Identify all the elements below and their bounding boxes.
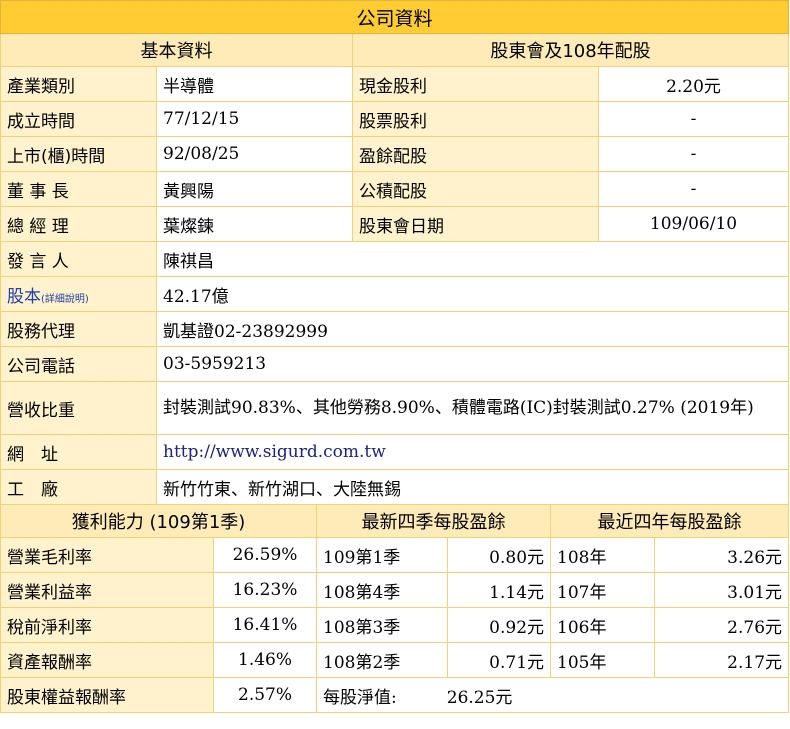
spokesperson-label: 發 言 人: [0, 241, 157, 277]
basic-label: 產業類別: [0, 66, 157, 102]
quarter-eps: 0.80元: [447, 537, 552, 573]
capital-label-cell[interactable]: 股本(詳細說明): [0, 276, 157, 312]
phone-label: 公司電話: [0, 346, 157, 382]
phone-value: 03-5959213: [155, 346, 790, 382]
page-title: 公司資料: [0, 0, 790, 34]
factory-value: 新竹竹東、新竹湖口、大陸無錫: [155, 469, 790, 505]
dividend-label: 盈餘配股: [352, 136, 599, 172]
profit-label: 稅前淨利率: [0, 607, 214, 643]
annual-eps-header: 最近四年每股盈餘: [550, 504, 790, 538]
table-row: 公司電話 03-5959213: [0, 346, 790, 382]
dividend-label: 股東會日期: [352, 206, 599, 242]
dividend-header: 股東會及108年配股: [351, 33, 790, 67]
quarter-eps: 1.14元: [447, 572, 552, 608]
table-row: 成立時間 77/12/15 股票股利 -: [0, 101, 790, 137]
profit-value: 2.57%: [212, 677, 318, 713]
dividend-label: 公積配股: [352, 171, 599, 207]
basic-label: 總 經 理: [0, 206, 157, 242]
table-row: 產業類別 半導體 現金股利 2.20元: [0, 66, 790, 102]
annual-eps: 2.17元: [654, 642, 790, 678]
dividend-label: 股票股利: [352, 101, 599, 137]
table-row: 發 言 人 陳祺昌: [0, 241, 790, 277]
table-row: 營業毛利率 26.59% 109第1季 0.80元 108年 3.26元: [0, 537, 790, 573]
profit-label: 營業毛利率: [0, 537, 214, 573]
profit-value: 16.41%: [212, 607, 318, 643]
basic-value: 葉燦鍊: [156, 206, 353, 242]
table-row: 資產報酬率 1.46% 108第2季 0.71元 105年 2.17元: [0, 642, 790, 678]
dividend-label: 現金股利: [352, 66, 599, 102]
profit-label: 股東權益報酬率: [0, 677, 214, 713]
capital-detail-link[interactable]: (詳細說明): [41, 294, 89, 305]
basic-value: 92/08/25: [156, 136, 353, 172]
table-row: 董 事 長 黃興陽 公積配股 -: [0, 171, 790, 207]
basic-label: 董 事 長: [0, 171, 157, 207]
basic-info-table: 公司資料 基本資料 股東會及108年配股 產業類別 半導體 現金股利 2.20元…: [0, 0, 790, 505]
profit-value: 26.59%: [212, 537, 318, 573]
table-row: 營收比重 封裝測試90.83%、其他勞務8.90%、積體電路(IC)封裝測試0.…: [0, 381, 790, 435]
profit-label: 營業利益率: [0, 572, 214, 608]
annual-eps: 2.76元: [654, 607, 790, 643]
annual-year: 105年: [550, 642, 656, 678]
annual-year: 107年: [550, 572, 656, 608]
table-row: 總 經 理 葉燦鍊 股東會日期 109/06/10: [0, 206, 790, 242]
website-label: 網 址: [0, 434, 157, 470]
profit-value: 1.46%: [212, 642, 318, 678]
quarter-eps: 0.92元: [447, 607, 552, 643]
table-row: 上市(櫃)時間 92/08/25 盈餘配股 -: [0, 136, 790, 172]
website-cell: http://www.sigurd.com.tw: [155, 434, 790, 470]
basic-label: 上市(櫃)時間: [0, 136, 157, 172]
quarter-period: 109第1季: [316, 537, 449, 573]
basic-label: 成立時間: [0, 101, 157, 137]
capital-value: 42.17億: [155, 276, 790, 312]
basic-value: 77/12/15: [156, 101, 353, 137]
basic-header: 基本資料: [0, 33, 353, 67]
quarterly-eps-header: 最新四季每股盈餘: [316, 504, 552, 538]
capital-label[interactable]: 股本: [7, 287, 41, 307]
basic-value: 黃興陽: [156, 171, 353, 207]
table-row: 股務代理 凱基證02-23892999: [0, 311, 790, 347]
table-row: 稅前淨利率 16.41% 108第3季 0.92元 106年 2.76元: [0, 607, 790, 643]
agent-value: 凱基證02-23892999: [155, 311, 790, 347]
quarter-period: 108第4季: [316, 572, 449, 608]
company-profile: 公司資料 基本資料 股東會及108年配股 產業類別 半導體 現金股利 2.20元…: [0, 0, 790, 713]
nav-label: 每股淨值:: [323, 687, 397, 708]
profit-label: 資產報酬率: [0, 642, 214, 678]
annual-year: 106年: [550, 607, 656, 643]
annual-year: 108年: [550, 537, 656, 573]
website-link[interactable]: http://www.sigurd.com.tw: [163, 442, 386, 462]
table-row: 股東權益報酬率 2.57% 每股淨值: 26.25元: [0, 677, 790, 713]
table-row: 股本(詳細說明) 42.17億: [0, 276, 790, 312]
table-row: 網 址 http://www.sigurd.com.tw: [0, 434, 790, 470]
nav-value: 26.25元: [446, 687, 513, 708]
spokesperson-value: 陳祺昌: [155, 241, 790, 277]
revenue-label: 營收比重: [0, 381, 157, 435]
annual-eps: 3.26元: [654, 537, 790, 573]
quarter-period: 108第3季: [316, 607, 449, 643]
annual-eps: 3.01元: [654, 572, 790, 608]
agent-label: 股務代理: [0, 311, 157, 347]
dividend-value: -: [597, 171, 790, 207]
quarter-period: 108第2季: [316, 642, 449, 678]
dividend-value: 2.20元: [597, 66, 790, 102]
table-row: 營業利益率 16.23% 108第4季 1.14元 107年 3.01元: [0, 572, 790, 608]
basic-value: 半導體: [156, 66, 353, 102]
dividend-value: -: [597, 136, 790, 172]
factory-label: 工 廠: [0, 469, 157, 505]
table-row: 工 廠 新竹竹東、新竹湖口、大陸無錫: [0, 469, 790, 505]
dividend-value: 109/06/10: [597, 206, 790, 242]
revenue-value: 封裝測試90.83%、其他勞務8.90%、積體電路(IC)封裝測試0.27% (…: [155, 381, 790, 435]
quarter-eps: 0.71元: [447, 642, 552, 678]
nav-cell: 每股淨值: 26.25元: [316, 677, 790, 713]
financial-table: 獲利能力 (109第1季) 最新四季每股盈餘 最近四年每股盈餘 營業毛利率 26…: [0, 504, 790, 713]
profit-header: 獲利能力 (109第1季): [0, 504, 318, 538]
profit-value: 16.23%: [212, 572, 318, 608]
dividend-value: -: [597, 101, 790, 137]
